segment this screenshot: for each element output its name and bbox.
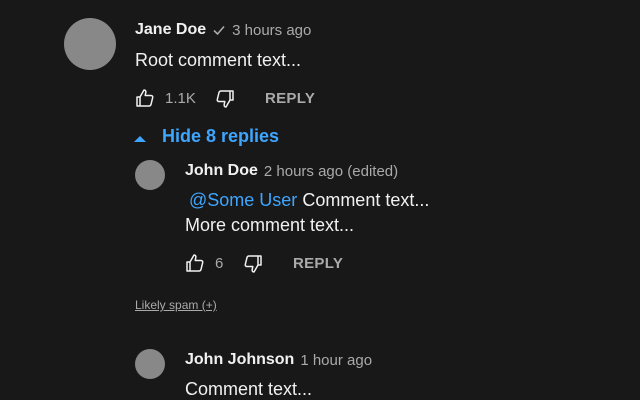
comment-text-line-1: @Some User Comment text... [185,190,429,211]
like-count: 1.1K [165,90,196,107]
hide-replies-button[interactable]: Hide 8 replies [134,125,279,147]
avatar[interactable] [135,160,165,190]
comment-text: Comment text... [185,379,313,399]
comment-text: Comment text... [297,190,430,210]
author-name[interactable]: John Doe [185,162,258,180]
timestamp[interactable]: 1 hour ago [300,352,372,369]
mention-link[interactable]: @Some User [189,190,297,210]
caret-up-icon [134,131,146,142]
reply-button[interactable]: REPLY [293,255,343,272]
author-name[interactable]: Jane Doe [135,21,206,39]
hide-replies-label[interactable]: Hide 8 replies [162,126,279,147]
likely-spam-link[interactable]: Likely spam (+) [135,298,217,312]
reply-button[interactable]: REPLY [265,90,315,107]
timestamp[interactable]: 3 hours ago [232,22,311,39]
comment-header: Jane Doe 3 hours ago [135,19,311,41]
thumbs-down-icon[interactable] [243,254,263,274]
like-count: 6 [215,255,224,272]
avatar[interactable] [64,18,116,70]
comment-header: John Johnson 1 hour ago [185,349,372,371]
timestamp[interactable]: 2 hours ago (edited) [264,163,398,180]
thumbs-up-icon[interactable] [135,88,155,108]
comment-header: John Doe 2 hours ago (edited) [185,160,398,182]
comment-text: Root comment text... [135,50,302,70]
thumbs-down-icon[interactable] [215,89,235,109]
comment-text-line-2: More comment text... [185,215,355,235]
avatar[interactable] [135,349,165,379]
check-icon [212,23,226,37]
author-name[interactable]: John Johnson [185,351,294,369]
thumbs-up-icon[interactable] [185,253,205,273]
